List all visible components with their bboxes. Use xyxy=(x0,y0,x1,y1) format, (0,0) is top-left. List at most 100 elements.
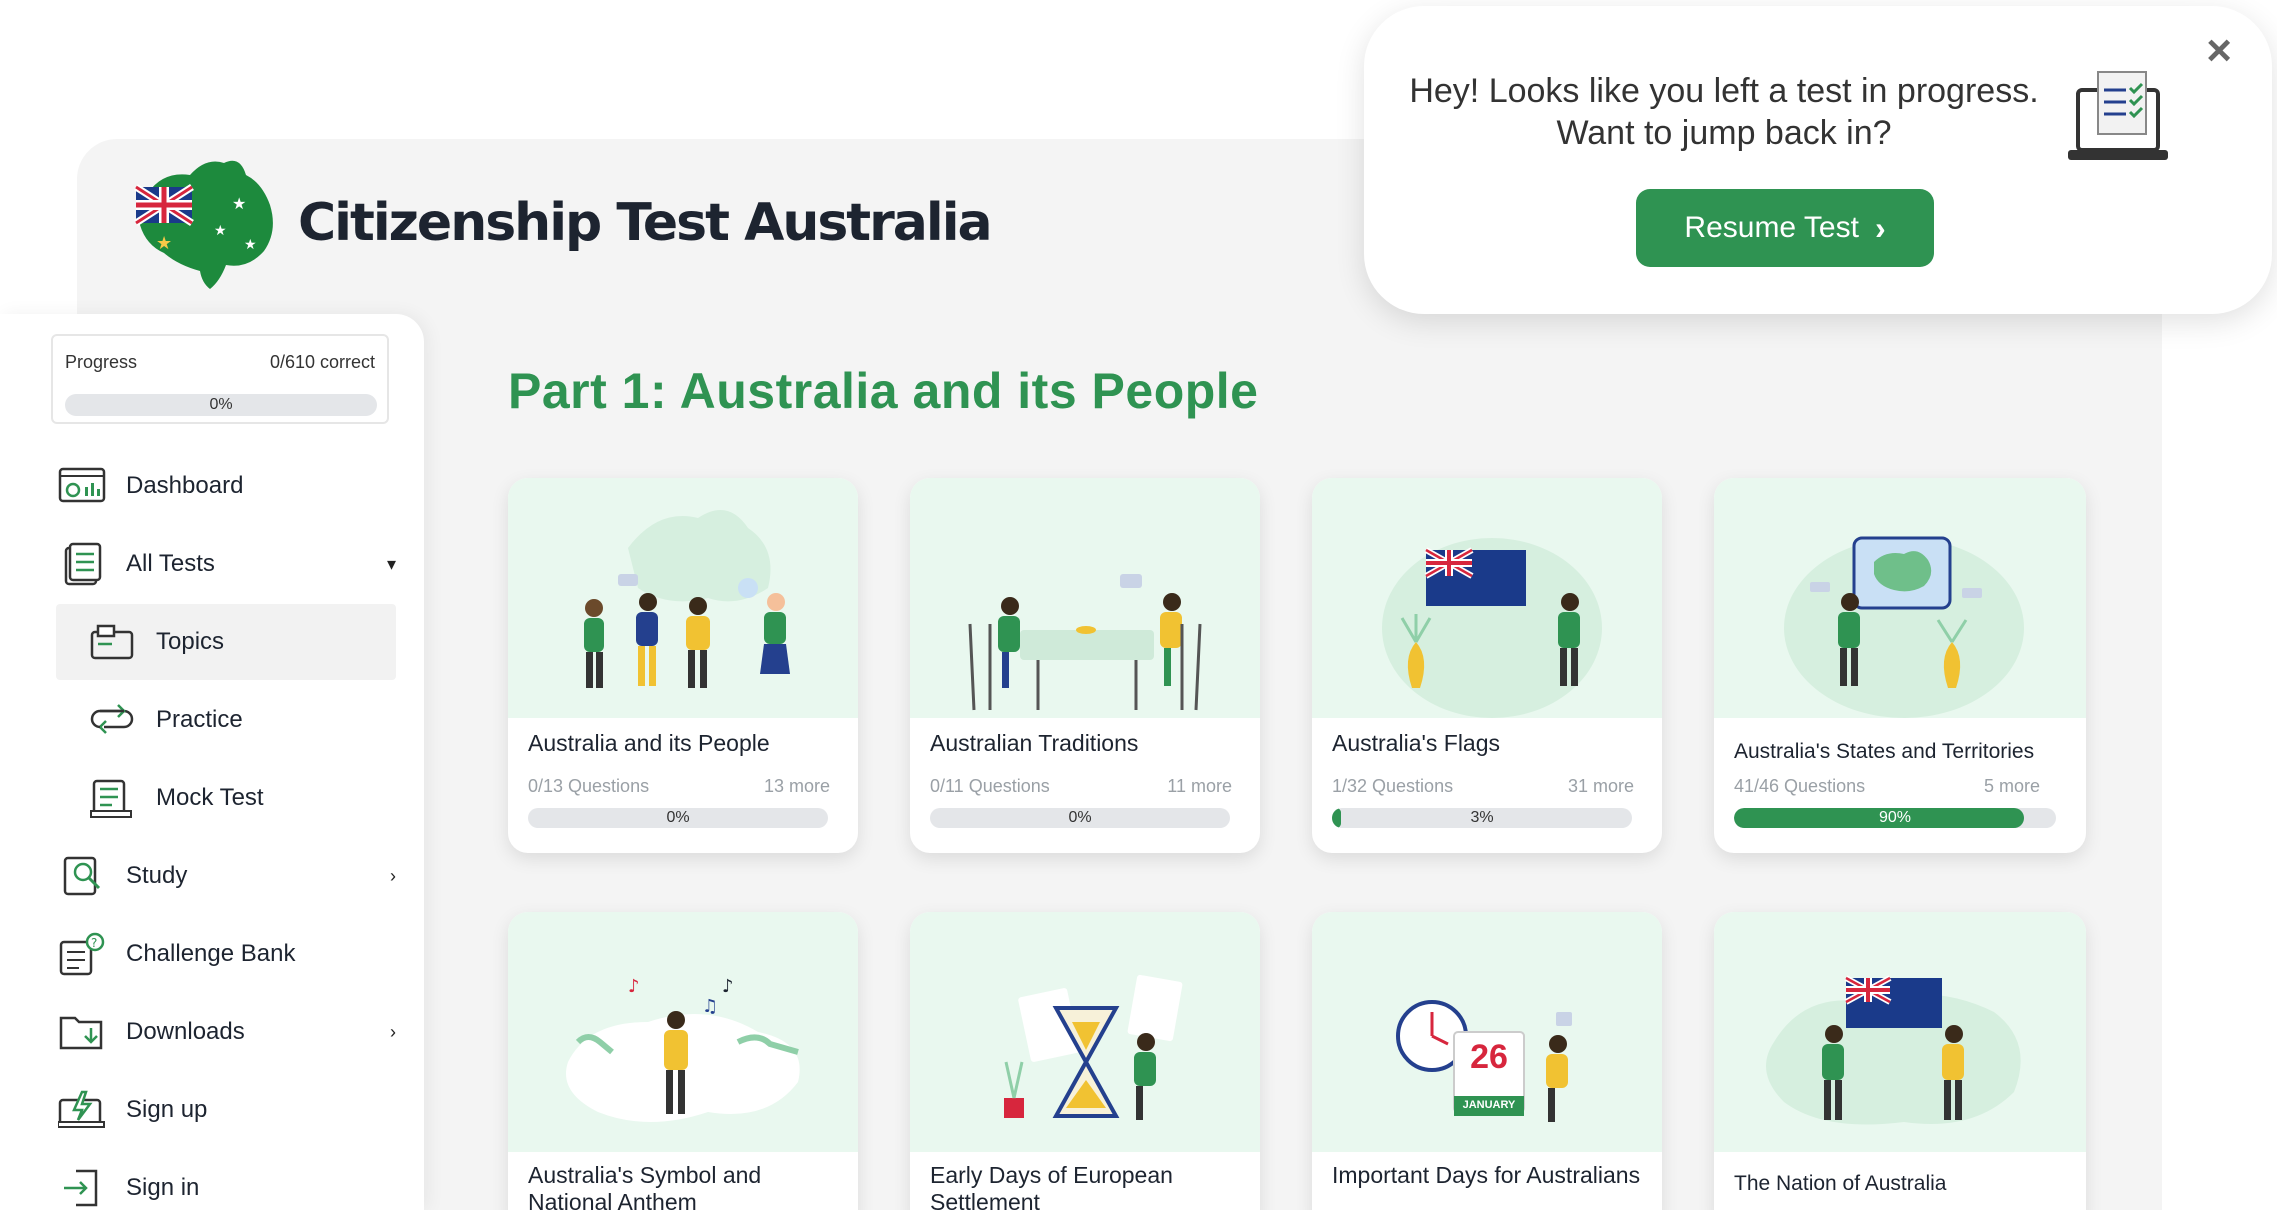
close-icon[interactable]: × xyxy=(2206,26,2232,76)
sign-up-icon xyxy=(56,1088,108,1132)
card-title: Australia's Flags xyxy=(1332,730,1501,756)
anthem-illustration: ♪ ♫ ♪ xyxy=(566,976,800,1122)
downloads-icon xyxy=(56,1010,108,1054)
popup-message-line2: Want to jump back in? xyxy=(1556,114,1892,152)
svg-text:★: ★ xyxy=(244,237,257,253)
card-question-count: 41/46 Questions xyxy=(1734,776,1866,796)
mock-test-icon xyxy=(86,776,138,820)
card-illustration xyxy=(1714,912,2086,1152)
sidebar-item-label: Sign up xyxy=(126,1096,208,1123)
sidebar-item-label: All Tests xyxy=(126,550,215,577)
sidebar-item-label: Practice xyxy=(156,706,243,733)
card-title: The Nation of Australia xyxy=(1734,1172,1947,1195)
hourglass-illustration xyxy=(1004,974,1183,1120)
progress-percent: 0% xyxy=(209,396,233,413)
sidebar-item-label: Mock Test xyxy=(156,784,264,811)
progress-label: Progress xyxy=(65,352,138,372)
card-progress-percent: 3% xyxy=(1470,809,1494,826)
card-question-count: 1/32 Questions xyxy=(1332,776,1454,796)
topic-card[interactable]: The Nation of Australia xyxy=(1714,912,2086,1210)
dashboard-icon xyxy=(56,464,108,508)
sidebar-item-challenge-bank[interactable]: ? Challenge Bank xyxy=(56,924,396,984)
sidebar-item-label: Topics xyxy=(156,628,225,655)
calendar-month: JANUARY xyxy=(1462,1099,1516,1111)
sidebar-item-practice[interactable]: Practice xyxy=(56,690,396,750)
card-title: Australia and its People xyxy=(528,730,770,756)
topic-card[interactable]: ♪ ♫ ♪ Australia's Symbol and National An… xyxy=(508,912,858,1210)
sidebar-item-label: Dashboard xyxy=(126,472,244,499)
brand[interactable]: ★ ★ ★ ★ Citizenship Test Australia xyxy=(128,153,993,293)
chevron-right-icon: › xyxy=(1874,209,1886,246)
brand-title: Citizenship Test Australia xyxy=(298,193,993,253)
challenge-bank-icon: ? xyxy=(56,932,108,976)
laptop-checklist-icon xyxy=(2068,71,2168,160)
sidebar-item-label: Downloads xyxy=(126,1018,245,1045)
tests-icon xyxy=(56,542,108,586)
sign-in-icon xyxy=(56,1166,108,1210)
sidebar: Progress 0/610 correct 0% Dashboard All … xyxy=(0,314,424,1210)
topic-card[interactable]: Australia's Flags 1/32 Questions 31 more… xyxy=(1312,478,1662,853)
card-progress-percent: 0% xyxy=(1068,809,1092,826)
card-remaining: 31 more xyxy=(1567,776,1634,796)
sidebar-item-all-tests[interactable]: All Tests ▾ xyxy=(56,534,396,594)
chevron-right-icon: › xyxy=(390,865,396,886)
study-icon xyxy=(56,854,108,898)
flag-illustration xyxy=(1382,538,1602,718)
card-illustration xyxy=(508,478,858,718)
calendar-day: 26 xyxy=(1470,1038,1508,1076)
sidebar-item-label: Challenge Bank xyxy=(126,940,296,967)
topic-card[interactable]: Early Days of European Settlement xyxy=(910,912,1260,1210)
chevron-right-icon: › xyxy=(390,1021,396,1042)
card-remaining: 13 more xyxy=(763,776,830,796)
dinner-table-illustration xyxy=(968,574,1202,711)
card-progress-percent: 0% xyxy=(666,809,690,826)
topic-card[interactable]: Australia and its People 0/13 Questions … xyxy=(508,478,858,853)
practice-icon xyxy=(86,698,138,742)
svg-text:★: ★ xyxy=(156,233,172,254)
sidebar-item-topics[interactable]: Topics xyxy=(56,604,396,680)
svg-text:?: ? xyxy=(91,936,97,950)
sidebar-item-downloads[interactable]: Downloads › xyxy=(56,1002,396,1062)
card-question-count: 0/11 Questions xyxy=(930,776,1050,796)
card-remaining: 11 more xyxy=(1167,776,1232,796)
card-remaining: 5 more xyxy=(1983,776,2040,796)
progress-count: 0/610 correct xyxy=(269,352,375,372)
card-progress-bar: 3% xyxy=(1332,808,1632,828)
nation-illustration xyxy=(1766,975,2021,1125)
card-illustration: ♪ ♫ ♪ xyxy=(508,912,858,1152)
popup-message: Hey! Looks like you left a test in progr… xyxy=(1404,70,2044,154)
card-title: Australia's States and Territories xyxy=(1734,740,2035,763)
sidebar-item-dashboard[interactable]: Dashboard xyxy=(56,456,396,516)
card-progress-percent: 90% xyxy=(1878,809,1912,826)
card-title: Australian Traditions xyxy=(930,730,1139,756)
topics-icon xyxy=(86,620,138,664)
resume-test-popup: Hey! Looks like you left a test in progr… xyxy=(1364,6,2272,314)
map-screen-illustration xyxy=(1784,536,2024,718)
card-progress-bar: 90% xyxy=(1734,808,2056,828)
resume-test-button[interactable]: Resume Test › xyxy=(1636,189,1934,267)
topic-card[interactable]: 26 JANUARY Important Days for Australian… xyxy=(1312,912,1662,1210)
card-illustration xyxy=(1312,478,1662,718)
resume-test-label: Resume Test xyxy=(1684,211,1859,244)
topic-card[interactable]: Australian Traditions 0/11 Questions 11 … xyxy=(910,478,1260,853)
card-illustration xyxy=(1714,478,2086,718)
sidebar-item-sign-in[interactable]: Sign in xyxy=(56,1158,396,1210)
card-progress-bar: 0% xyxy=(930,808,1230,828)
topic-card[interactable]: Australia's States and Territories 41/46… xyxy=(1714,478,2086,853)
card-question-count: 0/13 Questions xyxy=(528,776,650,796)
popup-message-line1: Hey! Looks like you left a test in progr… xyxy=(1409,72,2039,110)
chevron-down-icon: ▾ xyxy=(386,553,396,574)
card-illustration xyxy=(910,912,1260,1152)
australia-flag-logo: ★ ★ ★ ★ xyxy=(134,160,273,289)
card-progress-bar: 0% xyxy=(528,808,828,828)
calendar-clock-illustration xyxy=(1396,1000,1572,1122)
card-title: Important Days for Australians xyxy=(1332,1162,1641,1188)
svg-text:♪: ♪ xyxy=(722,976,734,997)
sidebar-item-study[interactable]: Study › xyxy=(56,846,396,906)
progress-bar: 0% xyxy=(65,394,377,416)
sidebar-item-mock-test[interactable]: Mock Test xyxy=(56,768,396,828)
sidebar-item-sign-up[interactable]: Sign up xyxy=(56,1080,396,1140)
card-title: Australia's Symbol and National Anthem xyxy=(528,1162,762,1210)
people-illustration xyxy=(584,510,790,688)
card-illustration: 26 JANUARY xyxy=(1312,912,1662,1152)
